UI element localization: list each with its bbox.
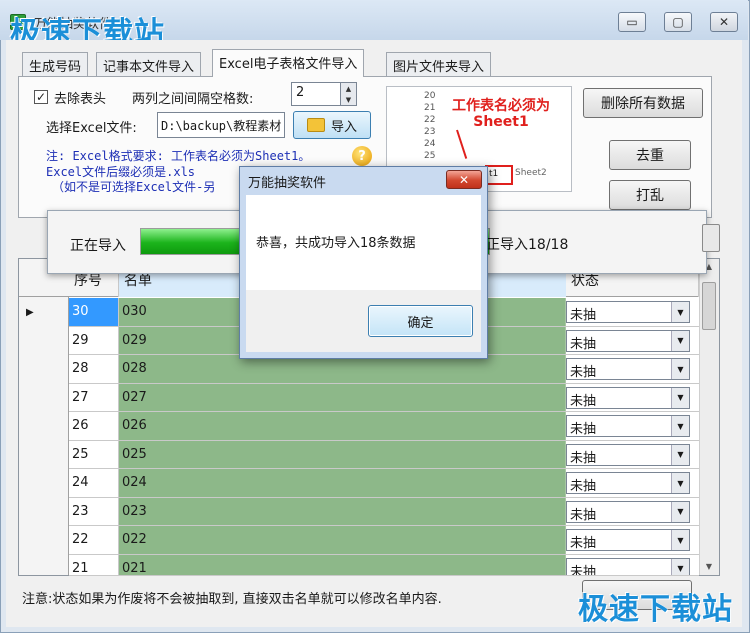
tab-notepad-import[interactable]: 记事本文件导入 [96, 52, 202, 76]
file-label: 选择Excel文件: [46, 121, 137, 136]
chevron-down-icon[interactable]: ▼ [671, 444, 689, 465]
table-row[interactable]: 27 027 未抽 ▼ [69, 383, 699, 412]
close-button[interactable]: ✕ [710, 12, 738, 32]
spin-up-icon[interactable]: ▲ [340, 83, 356, 94]
state-select[interactable]: 未抽 ▼ [566, 500, 690, 523]
name-cell[interactable]: 021 [119, 554, 566, 575]
seq-cell[interactable]: 30 [69, 298, 119, 326]
name-cell[interactable]: 025 [119, 440, 566, 468]
import-button-label: 导入 [330, 119, 357, 135]
chevron-down-icon[interactable]: ▼ [671, 558, 689, 575]
example-row-number: 22 [424, 115, 436, 125]
seq-cell[interactable]: 26 [69, 412, 119, 440]
dialog-message: 恭喜，共成功导入18条数据 [256, 236, 416, 251]
example-sheet2-tab: Sheet2 [515, 168, 547, 178]
name-cell[interactable]: 027 [119, 383, 566, 411]
chevron-down-icon[interactable]: ▼ [671, 473, 689, 493]
state-select[interactable]: 未抽 ▼ [566, 329, 690, 352]
state-select[interactable]: 未抽 ▼ [566, 472, 690, 494]
chevron-down-icon[interactable]: ▼ [671, 501, 689, 522]
table-row[interactable]: 22 022 未抽 ▼ [69, 526, 699, 555]
footer-note: 注意:状态如果为作废将不会被抽取到, 直接双击名单就可以修改名单内容. [22, 592, 442, 607]
clear-all-button[interactable]: 删除所有数据 [583, 88, 703, 118]
table-row[interactable]: 25 025 未抽 ▼ [69, 440, 699, 469]
folder-icon [306, 118, 325, 132]
side-button[interactable] [702, 224, 720, 252]
dedupe-button[interactable]: 去重 [609, 140, 691, 170]
row-header-column [19, 297, 69, 575]
example-row-number: 21 [424, 103, 436, 113]
state-select[interactable]: 未抽 ▼ [566, 386, 690, 409]
progress-label: 正在导入 [70, 238, 126, 254]
example-row-number: 24 [424, 139, 436, 149]
seq-cell[interactable]: 24 [69, 469, 119, 497]
name-cell[interactable]: 026 [119, 412, 566, 440]
help-icon[interactable]: ? [352, 146, 372, 166]
seq-cell[interactable]: 21 [69, 554, 119, 575]
name-cell[interactable]: 023 [119, 497, 566, 525]
skip-header-label[interactable]: 去除表头 [54, 88, 106, 107]
chevron-down-icon[interactable]: ▼ [671, 330, 689, 351]
chevron-down-icon[interactable]: ▼ [671, 359, 689, 379]
name-cell[interactable]: 024 [119, 469, 566, 497]
tab-generate-numbers[interactable]: 生成号码 [22, 52, 89, 76]
name-cell[interactable]: 022 [119, 526, 566, 554]
spacing-label: 两列之间间隔空格数: [132, 92, 254, 107]
chevron-down-icon[interactable]: ▼ [671, 416, 689, 436]
state-select[interactable]: 未抽 ▼ [566, 415, 690, 437]
chevron-down-icon[interactable]: ▼ [671, 530, 689, 550]
state-select[interactable]: 未抽 ▼ [566, 301, 690, 323]
state-select[interactable]: 未抽 ▼ [566, 358, 690, 380]
seq-cell[interactable]: 22 [69, 526, 119, 554]
progress-count: 正导入18/18 [486, 237, 569, 253]
name-cell[interactable]: 028 [119, 355, 566, 383]
tab-image-folder-import[interactable]: 图片文件夹导入 [386, 52, 492, 76]
seq-cell[interactable]: 29 [69, 326, 119, 354]
example-row-number: 23 [424, 127, 436, 137]
dialog-title: 万能抽奖软件 [248, 176, 327, 191]
spacing-value[interactable]: 2 [296, 85, 304, 100]
seq-cell[interactable]: 25 [69, 440, 119, 468]
watermark-logo: 极速下载站 [578, 592, 733, 627]
seq-cell[interactable]: 23 [69, 497, 119, 525]
seq-cell[interactable]: 28 [69, 355, 119, 383]
table-row[interactable]: 26 026 未抽 ▼ [69, 412, 699, 441]
file-path-input[interactable]: D:\backup\教程素材 [157, 112, 285, 138]
maximize-button[interactable]: ▢ [664, 12, 692, 32]
table-row[interactable]: 21 021 未抽 ▼ [69, 554, 699, 576]
seq-cell[interactable]: 27 [69, 383, 119, 411]
example-caption: 工作表名必须为 Sheet1 [452, 98, 550, 130]
example-sheet1-tab: t1 [485, 165, 513, 185]
table-row[interactable]: 23 023 未抽 ▼ [69, 497, 699, 526]
shuffle-button[interactable]: 打乱 [609, 180, 691, 210]
format-note: 注: Excel格式要求: 工作表名必须为Sheet1。 [46, 149, 311, 163]
tab-excel-import[interactable]: Excel电子表格文件导入 [212, 49, 365, 77]
minimize-button[interactable]: ▭ [618, 12, 646, 32]
import-button[interactable]: 导入 [293, 111, 371, 139]
skip-header-checkbox[interactable]: ✓ [34, 90, 48, 104]
format-note-alt: （如不是可选择Excel文件-另 [52, 180, 216, 194]
state-select[interactable]: 未抽 ▼ [566, 557, 690, 575]
example-row-number: 20 [424, 91, 436, 101]
scroll-down-icon[interactable]: ▼ [702, 562, 716, 571]
ok-button[interactable]: 确定 [368, 305, 473, 337]
dialog-close-icon[interactable]: ✕ [446, 170, 482, 189]
chevron-down-icon[interactable]: ▼ [671, 387, 689, 408]
spin-down-icon[interactable]: ▼ [340, 94, 356, 105]
example-row-number: 25 [424, 151, 436, 161]
state-select[interactable]: 未抽 ▼ [566, 529, 690, 551]
current-row-icon: ▶ [26, 307, 34, 318]
table-row[interactable]: 24 024 未抽 ▼ [69, 469, 699, 498]
chevron-down-icon[interactable]: ▼ [671, 302, 689, 322]
table-row[interactable]: 28 028 未抽 ▼ [69, 355, 699, 384]
state-select[interactable]: 未抽 ▼ [566, 443, 690, 466]
scroll-thumb[interactable] [702, 282, 716, 330]
